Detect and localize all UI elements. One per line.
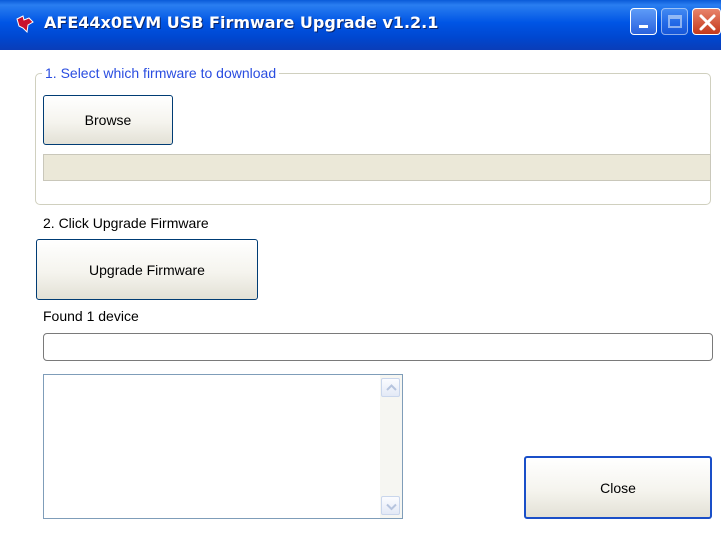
- upgrade-step-label: 2. Click Upgrade Firmware: [43, 215, 209, 231]
- browse-button-label: Browse: [84, 112, 132, 128]
- scroll-up-button[interactable]: [381, 378, 400, 397]
- chevron-up-icon: [386, 384, 397, 391]
- close-window-button[interactable]: [692, 8, 721, 35]
- device-status-label: Found 1 device: [43, 308, 139, 324]
- browse-button[interactable]: Browse: [43, 95, 173, 145]
- minimize-icon: [639, 25, 648, 28]
- firmware-upgrade-window: AFE44x0EVM USB Firmware Upgrade v1.2.1 1…: [0, 0, 721, 535]
- ti-logo-icon: [14, 13, 36, 35]
- minimize-button[interactable]: [630, 8, 657, 35]
- maximize-icon: [668, 15, 682, 28]
- client-area: 1. Select which firmware to download Bro…: [0, 50, 721, 535]
- firmware-select-group-label: 1. Select which firmware to download: [42, 65, 280, 81]
- upgrade-firmware-button[interactable]: Upgrade Firmware: [36, 239, 258, 300]
- upgrade-progress-bar: [43, 333, 713, 361]
- chevron-down-icon: [386, 503, 397, 511]
- close-icon: [699, 14, 716, 31]
- status-log-textarea[interactable]: [43, 374, 403, 519]
- scroll-down-button[interactable]: [381, 496, 400, 515]
- window-title: AFE44x0EVM USB Firmware Upgrade v1.2.1: [44, 13, 439, 32]
- upgrade-firmware-button-label: Upgrade Firmware: [89, 261, 205, 278]
- title-bar[interactable]: AFE44x0EVM USB Firmware Upgrade v1.2.1: [0, 0, 721, 50]
- maximize-button[interactable]: [661, 8, 688, 35]
- firmware-path-field: [43, 154, 711, 181]
- close-button[interactable]: Close: [524, 456, 712, 519]
- log-scrollbar[interactable]: [380, 375, 402, 518]
- close-button-label: Close: [600, 479, 636, 496]
